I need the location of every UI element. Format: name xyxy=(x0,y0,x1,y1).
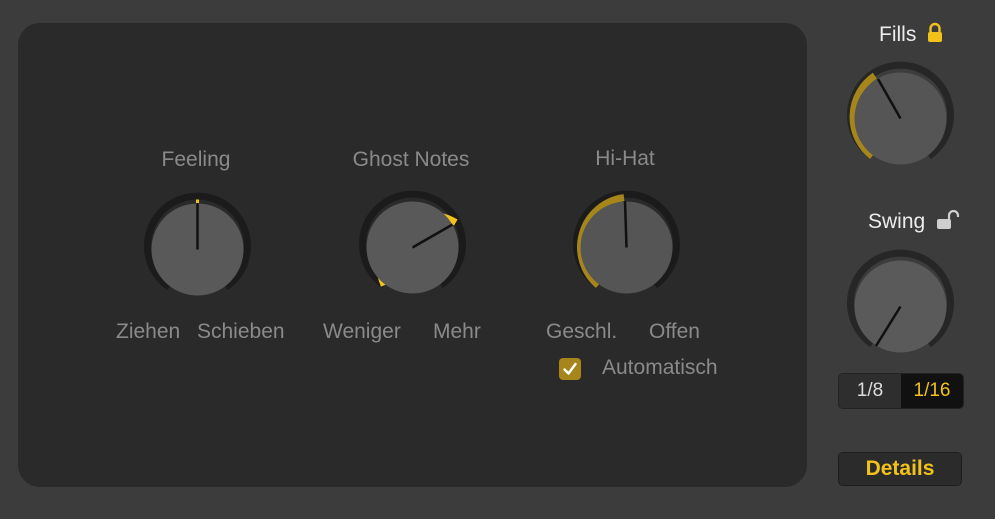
swing-resolution-selector: 1/8 1/16 xyxy=(838,373,964,409)
automatic-checkbox[interactable] xyxy=(559,358,581,380)
feeling-title: Feeling xyxy=(161,148,231,171)
hihat-knob[interactable] xyxy=(569,190,684,305)
ghost-notes-left-label: Weniger xyxy=(323,320,401,343)
hihat-title: Hi-Hat xyxy=(595,147,655,170)
lock-open-icon[interactable] xyxy=(936,210,960,232)
checkmark-icon xyxy=(563,362,577,375)
feeling-left-label: Ziehen xyxy=(116,320,181,343)
ghost-notes-right-label: Mehr xyxy=(433,320,481,343)
resolution-option-eighth[interactable]: 1/8 xyxy=(839,374,901,408)
resolution-option-sixteenth[interactable]: 1/16 xyxy=(901,374,963,408)
ghost-notes-knob[interactable] xyxy=(355,190,470,305)
feeling-knob[interactable] xyxy=(140,192,255,307)
swing-title: Swing xyxy=(868,210,926,233)
fills-title: Fills xyxy=(879,23,917,46)
lock-closed-icon[interactable] xyxy=(926,22,944,44)
ghost-notes-title: Ghost Notes xyxy=(352,148,470,171)
fills-knob[interactable] xyxy=(843,61,958,176)
details-button[interactable]: Details xyxy=(838,452,962,486)
swing-knob[interactable] xyxy=(843,249,958,364)
hihat-right-label: Offen xyxy=(649,320,700,343)
feeling-right-label: Schieben xyxy=(197,320,285,343)
hihat-left-label: Geschl. xyxy=(546,320,618,343)
automatic-label: Automatisch xyxy=(602,356,718,379)
